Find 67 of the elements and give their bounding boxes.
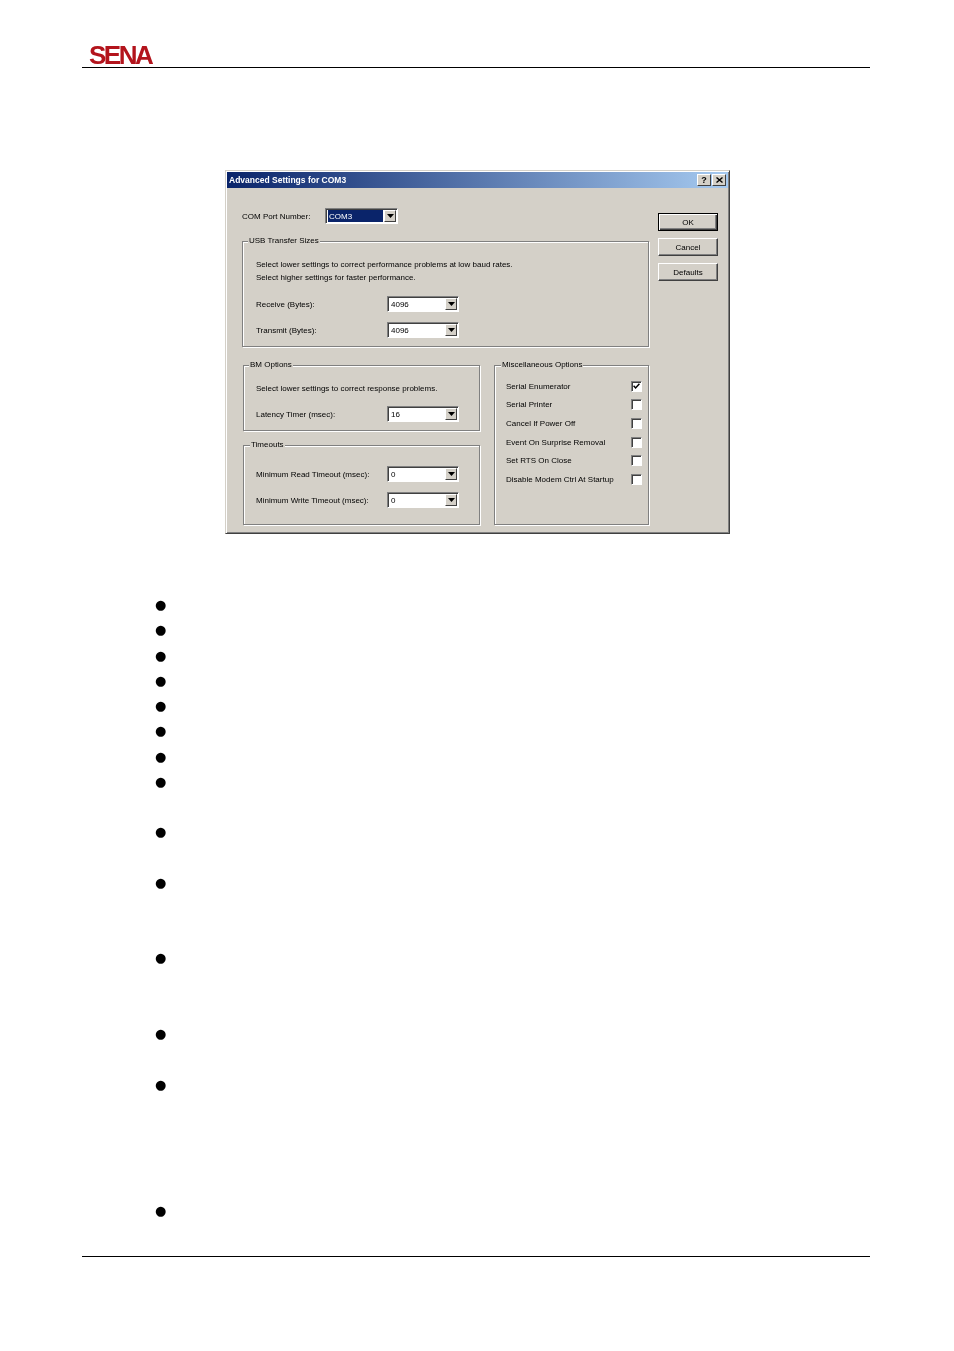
field-label: Transmit (Bytes): xyxy=(256,325,318,335)
option-label: Set RTS On Close xyxy=(506,456,572,466)
field-label: COM Port Number: xyxy=(242,211,312,221)
dropdown-button[interactable] xyxy=(384,210,396,222)
dialog-button[interactable]: Cancel xyxy=(658,238,718,256)
dropdown-field[interactable]: 0 xyxy=(387,466,459,482)
dropdown-button[interactable] xyxy=(445,298,457,310)
dropdown-field[interactable]: COM3 xyxy=(325,208,398,224)
group-description: Select lower settings to correct response problems. xyxy=(256,383,439,395)
field-label: Receive (Bytes): xyxy=(256,299,316,309)
dropdown-button[interactable] xyxy=(445,494,457,506)
checkbox[interactable] xyxy=(631,436,642,448)
caret-icon xyxy=(447,498,455,502)
bullet-marker: ● xyxy=(155,1205,167,1217)
group-title: BM Options xyxy=(249,360,293,370)
bullet-marker: ● xyxy=(155,876,167,889)
bullet-marker: ● xyxy=(155,725,167,738)
bullet-marker: ● xyxy=(155,775,167,788)
bullet-marker: ● xyxy=(155,700,167,712)
bullet-marker: ● xyxy=(155,750,167,763)
dropdown-button[interactable] xyxy=(445,324,457,336)
option-label: Cancel If Power Off xyxy=(506,419,576,428)
group-title: Timeouts xyxy=(250,440,285,450)
checkbox[interactable] xyxy=(631,418,642,429)
dropdown-button[interactable] xyxy=(445,468,457,480)
checkbox[interactable] xyxy=(631,473,642,485)
dropdown-field[interactable]: 4096 xyxy=(387,322,459,338)
bullet-marker: ● xyxy=(155,952,167,965)
selected-text: COM3 xyxy=(328,210,383,222)
bullet-marker: ● xyxy=(155,826,167,839)
field-label: Minimum Read Timeout (msec): xyxy=(256,469,371,479)
bullet-marker: ● xyxy=(155,674,167,687)
caret-icon xyxy=(447,472,455,476)
bullet-marker: ● xyxy=(155,1028,167,1041)
close-button[interactable] xyxy=(712,174,726,186)
dropdown-field[interactable]: 0 xyxy=(387,492,459,508)
checkbox[interactable] xyxy=(631,455,642,467)
checkmark-icon xyxy=(633,383,640,390)
bullet-marker: ● xyxy=(155,649,167,662)
group-title: USB Transfer Sizes xyxy=(248,236,320,246)
bullet-marker: ● xyxy=(155,624,167,637)
dropdown-field[interactable]: 4096 xyxy=(387,296,459,312)
field-label: Latency Timer (msec): xyxy=(256,409,337,419)
close-icon xyxy=(715,177,723,183)
caret-icon xyxy=(447,412,455,416)
option-label: Serial Enumerator xyxy=(506,381,571,391)
help-button[interactable]: ? xyxy=(697,174,711,186)
group-description: Select higher settings for faster performance. xyxy=(256,272,417,284)
option-label: Event On Surprise Removal xyxy=(506,437,606,447)
checkbox[interactable] xyxy=(631,380,642,392)
caret-icon xyxy=(386,214,394,218)
dialog-button[interactable]: OK xyxy=(658,213,718,231)
group-title: Miscellaneous Options xyxy=(501,360,584,370)
dialog-button[interactable]: Defaults xyxy=(658,263,718,281)
logo: SENA xyxy=(89,42,152,68)
bullet-marker: ● xyxy=(155,599,167,611)
dropdown-button[interactable] xyxy=(445,408,457,420)
option-label: Serial Printer xyxy=(506,400,553,410)
group-description: Select lower settings to correct performance problems at low baud rates. xyxy=(256,259,514,271)
option-label: Disable Modem Ctrl At Startup xyxy=(506,474,614,484)
dropdown-field[interactable]: 16 xyxy=(387,406,459,422)
window-title: Advanced Settings for COM3 xyxy=(229,175,347,185)
caret-icon xyxy=(447,328,455,332)
caret-icon xyxy=(447,302,455,306)
bullet-marker: ● xyxy=(155,1078,167,1091)
field-label: Minimum Write Timeout (msec): xyxy=(256,495,370,505)
checkbox[interactable] xyxy=(631,399,642,411)
